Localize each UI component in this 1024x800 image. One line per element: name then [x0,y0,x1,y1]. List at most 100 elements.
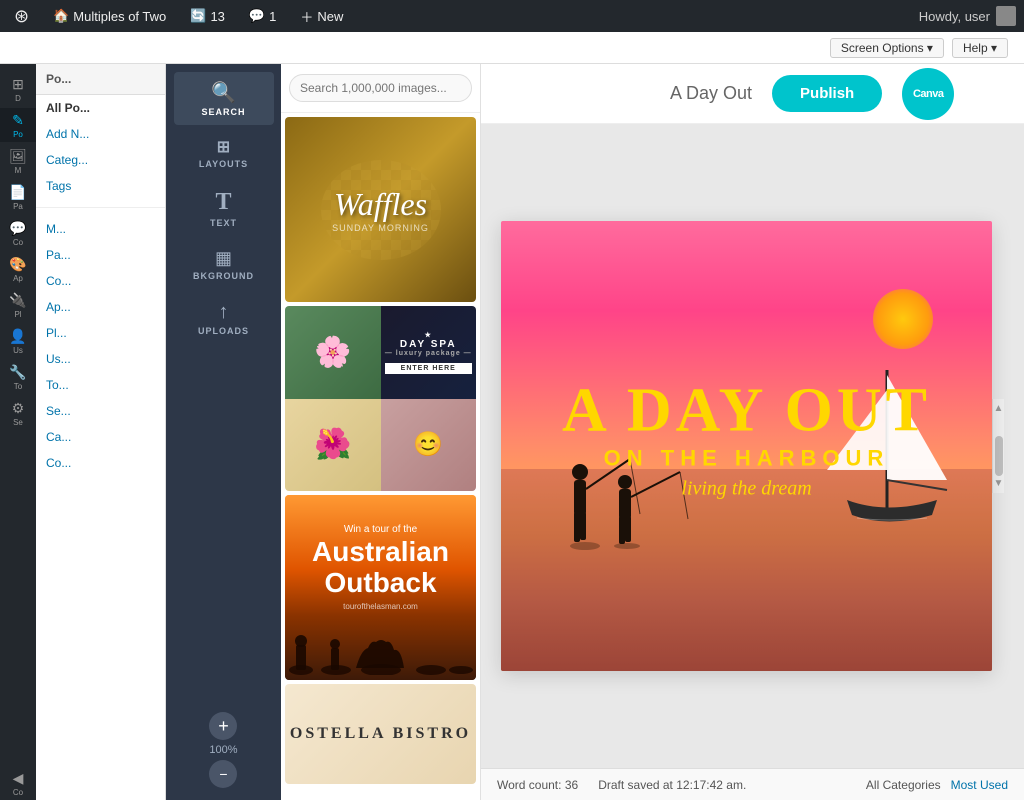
sun [873,289,933,349]
nav-posts[interactable]: ✎ Po [0,108,36,142]
zoom-in-button[interactable]: + [209,712,237,740]
nav-appearance[interactable]: 🎨 Ap [0,252,36,286]
messages-link[interactable]: 💬 1 [243,0,282,32]
nav-dashboard[interactable]: ⊞ D [0,72,36,106]
draft-saved-status: Draft saved at 12:17:42 am. [598,778,746,792]
users-sidebar-link[interactable]: Us... [36,346,165,372]
layouts-tool[interactable]: ⊞ LAYOUTS [174,129,274,177]
nav-pages[interactable]: 📄 Pa [0,180,36,214]
nav-media[interactable]: 🖼 M [0,144,36,178]
site-name-link[interactable]: 🏠 Multiples of Two [47,0,172,32]
settings-sidebar-link[interactable]: Se... [36,398,165,424]
publish-button[interactable]: Publish [772,75,882,112]
search-input[interactable] [289,74,472,102]
spa-quad1: 🌸 [285,306,381,399]
ostella-title: OSTELLA BISTRO [290,725,471,743]
canvas-title-display: A Day Out [670,83,752,104]
site-name: Multiples of Two [73,9,166,24]
appearance-icon: 🎨 [9,256,26,273]
scroll-thumb[interactable] [995,436,1003,476]
canvas-area[interactable]: A DAY OUT ON THE HARBOUR living the drea… [481,124,1024,768]
waffles-title: Waffles [332,186,429,223]
layouts-tool-icon: ⊞ [217,137,230,157]
word-count-label: Word count: [497,778,561,792]
categories-link[interactable]: Categ... [36,147,165,173]
plugins-icon: 🔌 [9,292,26,309]
background-tool-label: BKGROUND [193,271,254,281]
add-new-link[interactable]: Add N... [36,121,165,147]
search-tool-icon: 🔍 [211,80,236,105]
wp-sidebar: ⊞ D ✎ Po 🖼 M 📄 Pa 💬 Co 🎨 Ap 🔌 Pl 👤 [0,64,36,800]
scroll-down-arrow[interactable]: ▼ [992,476,1006,491]
most-used-link[interactable]: Most Used [951,778,1008,792]
zoom-out-button[interactable]: − [209,760,237,788]
new-content-link[interactable]: ＋ New [294,0,349,32]
uploads-tool-icon: ↑ [219,301,229,324]
wp-logo[interactable]: ⊛ [8,0,35,32]
help-button[interactable]: Help ▾ [952,38,1008,58]
spa-quad2: ★ DAY SPA — luxury package — ENTER HERE [381,306,477,399]
canvas-line2: ON THE HARBOUR [501,445,992,471]
nav-users-label: Us [13,346,23,355]
outback-subtitle: tourofthelasman.com [312,602,449,611]
wordpress-icon: ⊛ [14,6,29,27]
thumbnail-grid: Waffles SUNDAY MORNING 🌸 [281,113,480,800]
background-tool[interactable]: ▦ BKGROUND [174,240,274,289]
dayspa-thumbnail[interactable]: 🌸 ★ DAY SPA — luxury package — ENTER HER… [285,306,476,491]
avatar[interactable] [996,6,1016,26]
zoom-controls: + 100% − [209,712,237,800]
collapse-sidebar-link[interactable]: Ca... [36,424,165,450]
nav-tools-label: To [14,382,22,391]
nav-appearance-label: Ap [13,274,23,283]
new-label: New [317,9,343,24]
nav-tools[interactable]: 🔧 To [0,360,36,394]
appearance-sidebar-link[interactable]: Ap... [36,294,165,320]
all-posts-link[interactable]: All Po... [36,95,165,121]
comments-sidebar-link[interactable]: Co... [36,268,165,294]
messages-icon: 💬 [249,8,265,24]
plugins-sidebar-link[interactable]: Pl... [36,320,165,346]
search-tool-label: SEARCH [201,107,245,117]
canvas-text-overlay: A DAY OUT ON THE HARBOUR living the drea… [501,379,992,500]
nav-users[interactable]: 👤 Us [0,324,36,358]
all-categories-label: All Categories [866,778,941,792]
tools-sidebar-link[interactable]: To... [36,372,165,398]
nav-settings[interactable]: ⚙ Se [0,396,36,430]
ostella-thumbnail[interactable]: OSTELLA BISTRO [285,684,476,784]
media-icon: 🖼 [9,148,27,165]
main-canvas[interactable]: A DAY OUT ON THE HARBOUR living the drea… [501,221,992,671]
spa-quad4: 😊 [381,399,477,492]
admin-bar: ⊛ 🏠 Multiples of Two 🔄 13 💬 1 ＋ New Howd… [0,0,1024,32]
vertical-scrollbar[interactable]: ▲ ▼ [992,399,1004,493]
search-tool[interactable]: 🔍 SEARCH [174,72,274,125]
canva-logo-text: Canva [913,88,944,100]
uploads-tool[interactable]: ↑ UPLOADS [174,293,274,344]
media-sidebar-link[interactable]: M... [36,216,165,242]
screen-options-button[interactable]: Screen Options ▾ [830,38,944,58]
outback-title: AustralianOutback [312,537,449,599]
tags-link[interactable]: Tags [36,173,165,199]
status-bar: Word count: 36 Draft saved at 12:17:42 a… [481,768,1024,800]
outback-thumbnail[interactable]: Win a tour of the AustralianOutback tour… [285,495,476,680]
canvas-line1: A DAY OUT [501,379,992,441]
nav-collapse[interactable]: ◀ Co [0,766,36,800]
pages-sidebar-link[interactable]: Pa... [36,242,165,268]
nav-plugins[interactable]: 🔌 Pl [0,288,36,322]
nav-posts-label: Po [13,130,23,139]
scroll-up-arrow[interactable]: ▲ [992,401,1006,416]
dashboard-icon: ⊞ [12,76,24,93]
outback-pretitle: Win a tour of the [312,524,449,535]
canva-logo[interactable]: Canva [902,68,954,120]
comments-link[interactable]: 🔄 13 [184,0,231,32]
waffles-thumbnail[interactable]: Waffles SUNDAY MORNING [285,117,476,302]
comments-count: 13 [210,9,224,24]
canvas-subtitle: living the dream [501,477,992,500]
screen-options-bar: Screen Options ▾ Help ▾ [0,32,1024,64]
extra-sidebar-link[interactable]: Co... [36,450,165,476]
messages-count: 1 [269,9,276,24]
posts-icon: ✎ [12,112,24,129]
nav-comments[interactable]: 💬 Co [0,216,36,250]
waffles-subtitle: SUNDAY MORNING [332,223,429,233]
word-count-text: Word count: 36 [497,778,578,792]
text-tool[interactable]: T TEXT [174,181,274,236]
